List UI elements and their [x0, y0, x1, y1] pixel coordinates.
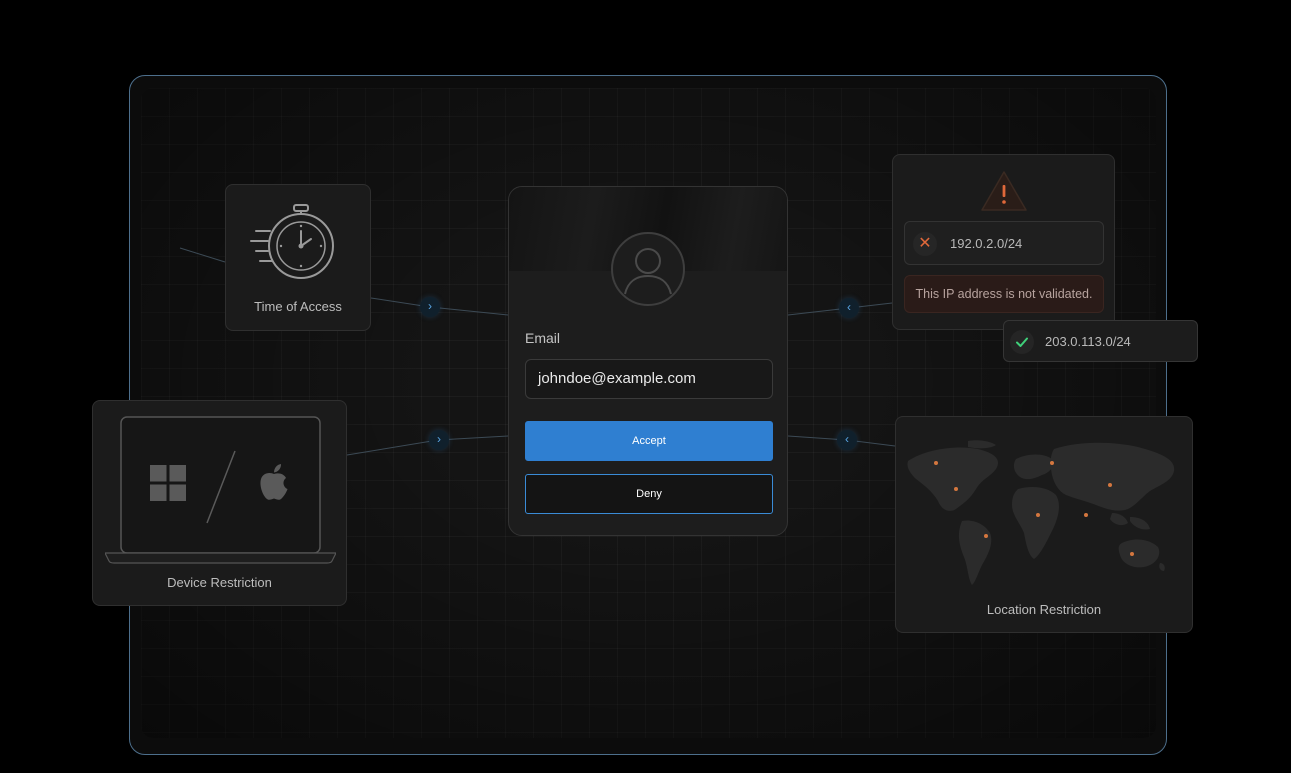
ip-error-message: This IP address is not validated. [904, 275, 1104, 313]
warning-icon [979, 169, 1029, 213]
close-icon: ✕ [913, 232, 937, 256]
email-label: Email [525, 330, 561, 346]
blocked-ip-row: ✕ 192.0.2.0/24 [904, 221, 1104, 265]
windows-icon [150, 465, 186, 501]
world-map-icon [906, 439, 1182, 597]
laptop-icon [104, 415, 337, 565]
device-restriction-card[interactable]: Device Restriction [92, 400, 347, 606]
chevron-right-icon: › [429, 430, 449, 450]
device-restriction-label: Device Restriction [167, 575, 272, 590]
blocked-ip-text: 192.0.2.0/24 [950, 236, 1023, 251]
time-of-access-card[interactable]: Time of Access [225, 184, 371, 331]
deny-button[interactable]: Deny [525, 474, 773, 514]
login-card: Email johndoe@example.com Accept Deny [508, 186, 788, 536]
location-restriction-card[interactable]: Location Restriction [895, 416, 1193, 633]
apple-icon [258, 463, 290, 501]
stopwatch-icon [248, 201, 338, 281]
accept-button[interactable]: Accept [525, 421, 773, 461]
time-of-access-label: Time of Access [254, 299, 342, 314]
chevron-left-icon: ‹ [837, 430, 857, 450]
allowed-ip-row: 203.0.113.0/24 [1003, 320, 1198, 362]
check-icon [1010, 330, 1034, 354]
email-field[interactable]: johndoe@example.com [525, 359, 773, 399]
chevron-right-icon: › [420, 297, 440, 317]
ip-check-card: ✕ 192.0.2.0/24 This IP address is not va… [892, 154, 1115, 330]
allowed-ip-text: 203.0.113.0/24 [1045, 334, 1131, 349]
user-icon [611, 232, 685, 306]
location-restriction-label: Location Restriction [986, 602, 1102, 617]
chevron-left-icon: ‹ [839, 298, 859, 318]
